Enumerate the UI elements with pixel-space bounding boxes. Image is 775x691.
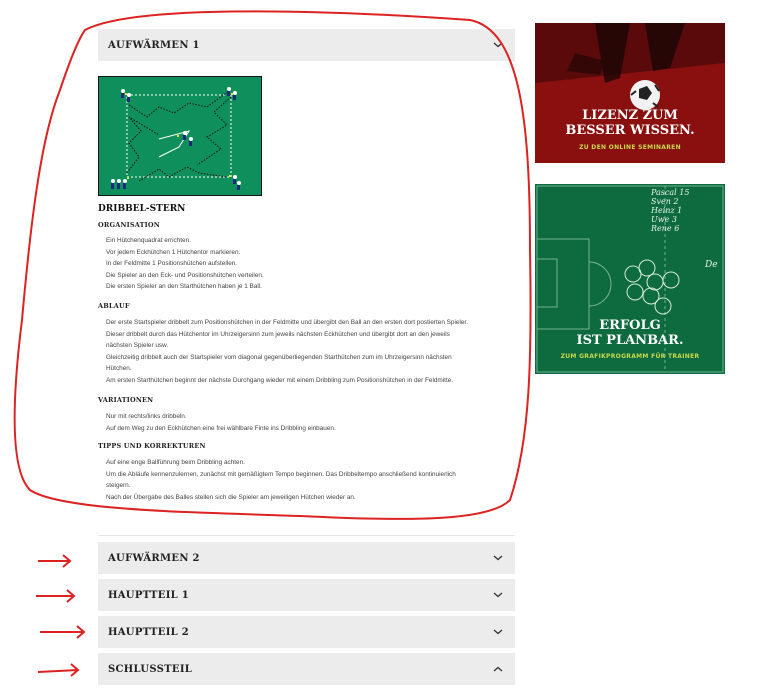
text-line: Ein Hütchenquadrat errichten. <box>106 237 191 244</box>
accordion-title: AUFWÄRMEN 2 <box>108 552 200 564</box>
ad-subline: ZU DEN ONLINE SEMINAREN <box>579 144 681 151</box>
divider <box>98 535 515 536</box>
arrow-right-icon <box>37 663 80 677</box>
accordion-header-aufwaermen-1[interactable]: AUFWÄRMEN 1 <box>98 29 515 61</box>
text-line: Um die Abläufe kennenzulernen, zunächst … <box>106 470 456 478</box>
arrow-right-icon <box>36 589 76 603</box>
organisation-text: Ein Hütchenquadrat errichten. Vor jedem … <box>106 235 501 293</box>
chevron-down-icon[interactable] <box>491 40 505 50</box>
accordion-header-schlussteil[interactable]: SCHLUSSTEIL <box>98 653 515 685</box>
chevron-down-icon[interactable] <box>491 590 505 600</box>
text-line: Nur mit rechts/links dribbeln. <box>106 413 187 420</box>
accordion-header-hauptteil-1[interactable]: HAUPTTEIL 1 <box>98 579 515 611</box>
section-heading-organisation: ORGANISATION <box>98 221 160 229</box>
arrow-right-icon <box>38 554 72 568</box>
text-line: Am ersten Starthütchen beginnt der nächs… <box>106 376 454 384</box>
ad-headline-2: BESSER WISSEN. <box>565 123 695 138</box>
ad-banner-graphics-program[interactable]: Pascal 15 Sven 2 Heinz 1 Uwe 3 Rene 6 De… <box>535 184 725 374</box>
accordion-title: SCHLUSSTEIL <box>108 663 193 675</box>
text-line: Der erste Startspieler dribbelt zum Posi… <box>106 319 468 326</box>
section-heading-tipps: TIPPS UND KORREKTUREN <box>98 442 206 450</box>
board-note: Uwe 3 <box>651 215 677 224</box>
board-side-note: De <box>705 260 718 270</box>
board-note: Sven 2 <box>651 197 679 206</box>
text-line: Dieser dribbelt durch das Hütchentor im … <box>106 330 450 338</box>
text-line: Die Spieler an den Eck- und Positionshüt… <box>106 271 264 279</box>
drill-title: DRIBBEL-STERN <box>98 204 186 214</box>
text-line: Gleichzeitig dribbelt auch der Startspie… <box>106 353 452 361</box>
board-note: Rene 6 <box>651 224 680 233</box>
text-line: In der Feldmitte 1 Positionshütchen aufs… <box>106 260 238 268</box>
text-line: Vor jedem Eckhütchen 1 Hütchentor markie… <box>106 248 241 256</box>
board-note: Pascal 15 <box>651 188 690 197</box>
text-line: Hütchen. <box>106 365 132 373</box>
ad-headline-2: IST PLANBAR. <box>576 333 684 348</box>
section-heading-variationen: VARIATIONEN <box>98 396 154 404</box>
board-note: Heinz 1 <box>651 206 683 215</box>
accordion-title: HAUPTTEIL 2 <box>108 626 190 638</box>
ablauf-text: Der erste Startspieler dribbelt zum Posi… <box>106 317 501 387</box>
ad-headline-1: LIZENZ ZUM <box>582 108 678 123</box>
text-line: Die ersten Spieler an den Starthütchen h… <box>106 283 262 291</box>
board-notes: Pascal 15 Sven 2 Heinz 1 Uwe 3 Rene 6 <box>651 188 721 233</box>
variationen-text: Nur mit rechts/links dribbeln. Auf dem W… <box>106 411 501 434</box>
arrow-right-icon <box>40 625 86 639</box>
ad-subline: ZUM GRAFIKPROGRAMM FÜR TRAINER <box>560 353 700 360</box>
accordion-header-hauptteil-2[interactable]: HAUPTTEIL 2 <box>98 616 515 648</box>
chevron-down-icon[interactable] <box>491 553 505 563</box>
text-line: Auf dem Weg zu den Eckhütchen eine frei … <box>106 424 336 432</box>
chevron-down-icon[interactable] <box>491 627 505 637</box>
text-line: Auf eine enge Ballführung beim Dribbling… <box>106 459 245 466</box>
section-heading-ablauf: ABLAUF <box>98 302 130 310</box>
ad-banner-online-seminars[interactable]: LIZENZ ZUM BESSER WISSEN. ZU DEN ONLINE … <box>535 23 725 163</box>
chevron-up-icon[interactable] <box>491 664 505 674</box>
text-line: nächsten Spieler usw. <box>106 342 169 350</box>
drill-diagram <box>98 76 262 196</box>
accordion-header-aufwaermen-2[interactable]: AUFWÄRMEN 2 <box>98 542 515 574</box>
text-line: steigern. <box>106 482 131 490</box>
text-line: Nach der Übergabe des Balles stellen sic… <box>106 493 356 501</box>
ad-headline-1: ERFOLG <box>599 318 661 333</box>
accordion-title: HAUPTTEIL 1 <box>108 589 190 601</box>
tipps-text: Auf eine enge Ballführung beim Dribbling… <box>106 457 501 503</box>
accordion-title: AUFWÄRMEN 1 <box>108 39 200 51</box>
